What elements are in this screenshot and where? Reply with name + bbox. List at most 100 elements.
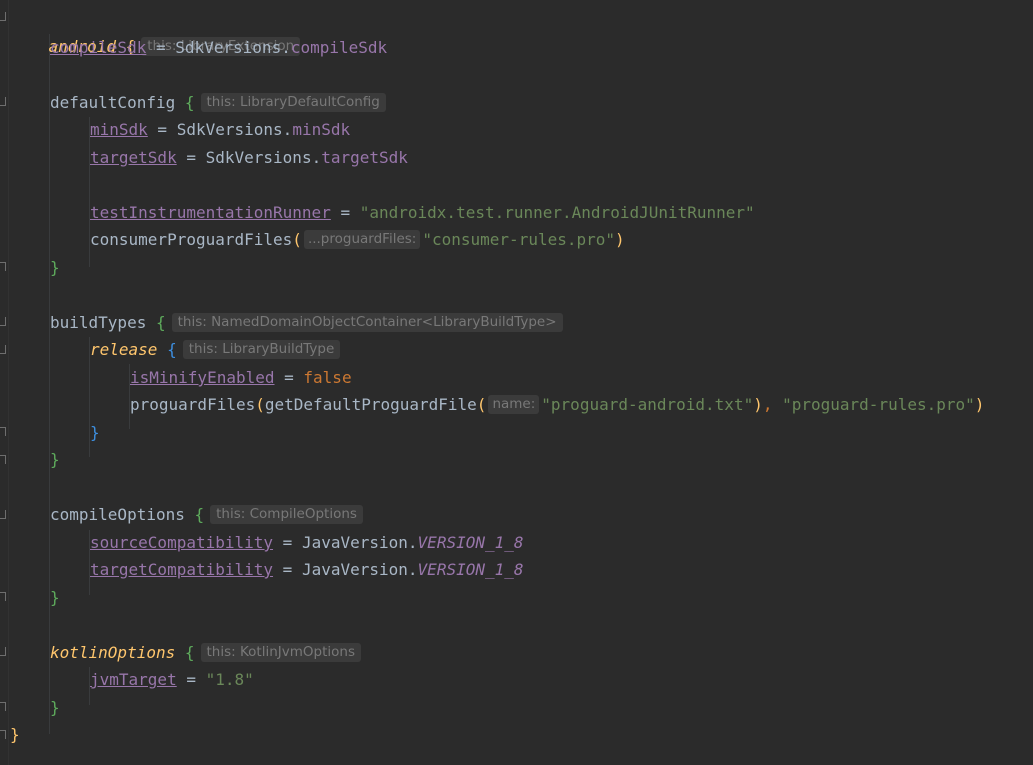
code-line[interactable]: jvmTarget = "1.8" [10, 666, 254, 693]
block-kotlinoptions[interactable]: kotlinOptions [50, 643, 175, 662]
brace: } [50, 588, 60, 607]
operator: = [147, 120, 177, 139]
paren: ) [974, 395, 985, 414]
method-call[interactable]: getDefaultProguardFile [265, 395, 477, 414]
class-ref[interactable]: SdkVersions [177, 120, 283, 139]
dot: . [311, 148, 322, 167]
dot: . [407, 533, 418, 552]
block-buildtypes[interactable]: buildTypes [50, 313, 146, 332]
dot: . [282, 120, 293, 139]
property-jvmtarget[interactable]: jvmTarget [90, 670, 177, 689]
comma: , [762, 395, 783, 414]
code-line[interactable]: testInstrumentationRunner = "androidx.te… [10, 199, 755, 226]
code-line[interactable]: release { this: LibraryBuildType [10, 336, 341, 363]
brace: { [155, 313, 166, 332]
block-defaultconfig[interactable]: defaultConfig [50, 93, 175, 112]
field-ref[interactable]: compileSdk [291, 38, 387, 57]
field-ref[interactable]: targetSdk [321, 148, 408, 167]
code-editor[interactable]: android {this: LibraryExtension compileS… [0, 0, 1033, 765]
code-line[interactable]: compileSdk = SdkVersions.compileSdk [10, 34, 387, 61]
block-compileoptions[interactable]: compileOptions [50, 505, 185, 524]
inlay-hint: this: LibraryBuildType [182, 340, 341, 359]
paren: ) [753, 395, 763, 414]
code-line[interactable]: isMinifyEnabled = false [10, 364, 352, 391]
fold-toggle-release[interactable] [0, 345, 6, 354]
code-line[interactable]: } [10, 446, 60, 473]
code-line[interactable]: proguardFiles(getDefaultProguardFile(nam… [10, 391, 984, 418]
string-literal: "consumer-rules.pro" [422, 230, 616, 249]
property-targetcompatibility[interactable]: targetCompatibility [90, 560, 273, 579]
fold-toggle-android-end[interactable] [0, 730, 6, 739]
operator: = [330, 203, 360, 222]
property-targetsdk[interactable]: targetSdk [90, 148, 177, 167]
code-line[interactable]: } [10, 584, 60, 611]
property-testrunner[interactable]: testInstrumentationRunner [90, 203, 331, 222]
fold-toggle-release-end[interactable] [0, 427, 6, 436]
dot: . [281, 38, 291, 57]
string-literal: "proguard-android.txt" [541, 395, 754, 414]
enum-constant[interactable]: VERSION_1_8 [418, 533, 524, 552]
brace: } [50, 450, 60, 469]
code-line[interactable]: defaultConfig { this: LibraryDefaultConfi… [10, 89, 386, 116]
brace: { [194, 505, 205, 524]
class-ref[interactable]: SdkVersions [206, 148, 312, 167]
operator: = [176, 148, 206, 167]
inlay-hint: this: CompileOptions [210, 505, 363, 524]
brace: } [50, 258, 60, 277]
class-ref[interactable]: JavaVersion [302, 560, 408, 579]
code-line[interactable]: } [10, 419, 100, 446]
property-compilesdk[interactable]: compileSdk [50, 38, 146, 57]
code-line[interactable]: } [10, 721, 20, 748]
code-line[interactable]: targetCompatibility = JavaVersion.VERSIO… [10, 556, 524, 583]
method-call[interactable]: proguardFiles [130, 395, 255, 414]
operator: = [273, 560, 302, 579]
paren: ( [476, 395, 487, 414]
brace: { [167, 340, 177, 359]
paren: ( [255, 395, 265, 414]
fold-toggle-buildtypes[interactable] [0, 317, 6, 326]
inlay-hint: this: KotlinJvmOptions [200, 643, 361, 662]
code-line[interactable]: targetSdk = SdkVersions.targetSdk [10, 144, 408, 171]
code-line[interactable]: kotlinOptions { this: KotlinJvmOptions [10, 639, 361, 666]
paren: ( [292, 230, 302, 249]
fold-toggle-kotlinoptions-end[interactable] [0, 702, 6, 711]
keyword-false: false [303, 368, 352, 387]
operator: = [273, 533, 302, 552]
string-literal: "1.8" [205, 670, 254, 689]
paren: ) [615, 230, 625, 249]
parameter-hint: name: [488, 395, 540, 414]
fold-toggle-compileoptions-end[interactable] [0, 592, 6, 601]
fold-toggle-buildtypes-end[interactable] [0, 455, 6, 464]
class-ref[interactable]: JavaVersion [302, 533, 408, 552]
method-call[interactable]: consumerProguardFiles [90, 230, 292, 249]
code-line[interactable]: } [10, 254, 60, 281]
code-line[interactable]: sourceCompatibility = JavaVersion.VERSIO… [10, 529, 524, 556]
code-line[interactable]: buildTypes { this: NamedDomainObjectConta… [10, 309, 563, 336]
code-line[interactable]: consumerProguardFiles(...proguardFiles: "… [10, 226, 625, 253]
brace: { [184, 643, 195, 662]
code-line[interactable]: android {this: LibraryExtension [10, 6, 301, 56]
inlay-hint: this: NamedDomainObjectContainer<Library… [171, 313, 563, 332]
fold-toggle-defaultconfig-end[interactable] [0, 262, 6, 271]
inlay-hint: this: LibraryDefaultConfig [200, 93, 386, 112]
class-ref[interactable]: SdkVersions [175, 38, 281, 57]
property-isminifyenabled[interactable]: isMinifyEnabled [130, 368, 275, 387]
string-literal: "androidx.test.runner.AndroidJUnitRunner… [359, 203, 755, 222]
brace: { [184, 93, 195, 112]
field-ref[interactable]: minSdk [292, 120, 350, 139]
fold-toggle-compileoptions[interactable] [0, 510, 6, 519]
brace: } [10, 725, 20, 744]
code-line[interactable]: } [10, 694, 60, 721]
fold-toggle-kotlinoptions[interactable] [0, 647, 6, 656]
code-line[interactable]: minSdk = SdkVersions.minSdk [10, 116, 350, 143]
brace: } [90, 423, 100, 442]
fold-toggle-android[interactable] [0, 12, 6, 21]
brace: } [50, 698, 60, 717]
operator: = [274, 368, 304, 387]
property-minsdk[interactable]: minSdk [90, 120, 148, 139]
code-line[interactable]: compileOptions { this: CompileOptions [10, 501, 363, 528]
block-release[interactable]: release [90, 340, 157, 359]
fold-toggle-defaultconfig[interactable] [0, 97, 6, 106]
property-sourcecompatibility[interactable]: sourceCompatibility [90, 533, 273, 552]
enum-constant[interactable]: VERSION_1_8 [418, 560, 524, 579]
